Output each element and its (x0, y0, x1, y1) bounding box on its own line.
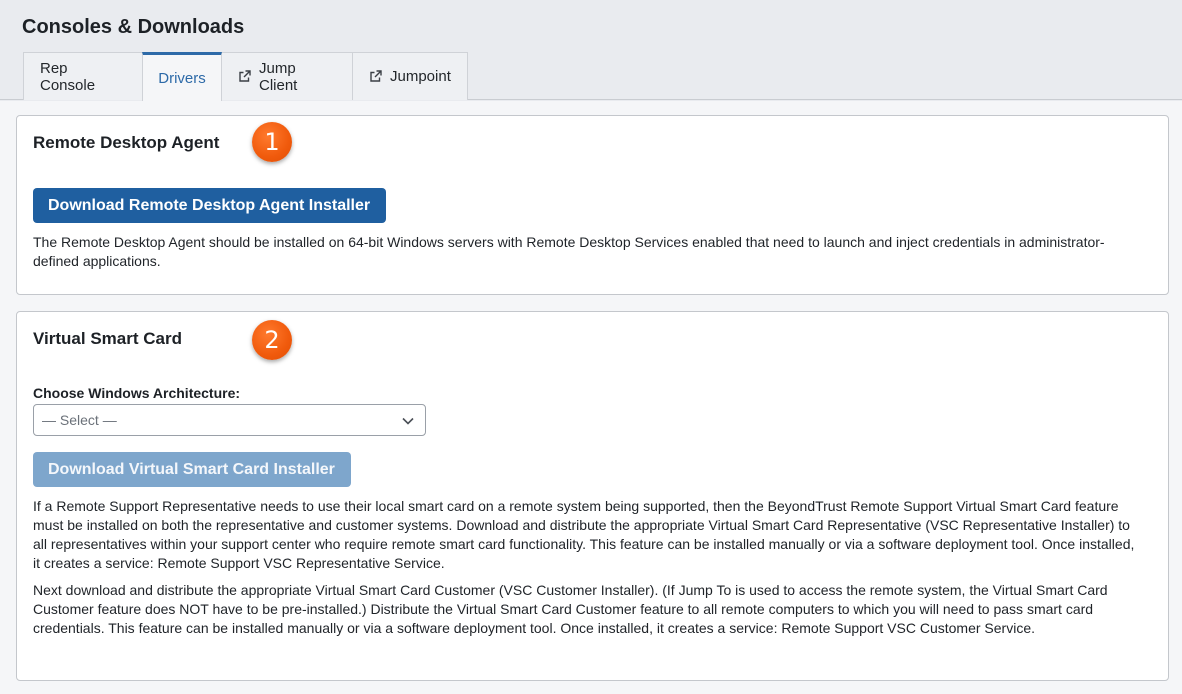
section-title: Virtual Smart Card (33, 329, 182, 348)
page-title: Consoles & Downloads (22, 16, 245, 38)
download-virtual-smart-card-button[interactable]: Download Virtual Smart Card Installer (33, 452, 351, 487)
section-description: If a Remote Support Representative needs… (33, 498, 1135, 571)
main-content: Remote Desktop Agent 1 Download Remote D… (0, 101, 1182, 694)
tab-label: Jump Client (259, 59, 298, 94)
external-link-icon (238, 70, 251, 83)
tab-drivers[interactable]: Drivers (142, 52, 222, 101)
tab-jumpoint[interactable]: Jumpoint (352, 52, 468, 100)
page-header: Consoles & Downloads Rep Console Drivers… (0, 0, 1182, 101)
section-description: The Remote Desktop Agent should be insta… (33, 234, 1105, 269)
tab-label: Rep Console (40, 59, 96, 94)
step-badge: 2 (252, 320, 292, 360)
section-description: Next download and distribute the appropr… (33, 582, 1108, 636)
architecture-select[interactable]: — Select — (33, 404, 426, 436)
architecture-label: Choose Windows Architecture: (33, 385, 241, 401)
step-badge: 1 (252, 122, 292, 162)
select-value: — Select — (42, 412, 117, 428)
tab-label: Drivers (158, 69, 206, 87)
tab-bar: Rep Console Drivers Jump Client Jumpoint (23, 52, 468, 101)
tab-label: Jumpoint (390, 68, 451, 85)
remote-desktop-agent-card: Remote Desktop Agent 1 Download Remote D… (16, 115, 1169, 295)
chevron-down-icon (401, 414, 415, 431)
tab-rep-console[interactable]: Rep Console (23, 52, 143, 100)
external-link-icon (369, 70, 382, 83)
section-title: Remote Desktop Agent (33, 133, 220, 152)
tab-jump-client[interactable]: Jump Client (221, 52, 353, 100)
virtual-smart-card-card: Virtual Smart Card 2 Choose Windows Arch… (16, 311, 1169, 681)
download-remote-desktop-agent-button[interactable]: Download Remote Desktop Agent Installer (33, 188, 386, 223)
